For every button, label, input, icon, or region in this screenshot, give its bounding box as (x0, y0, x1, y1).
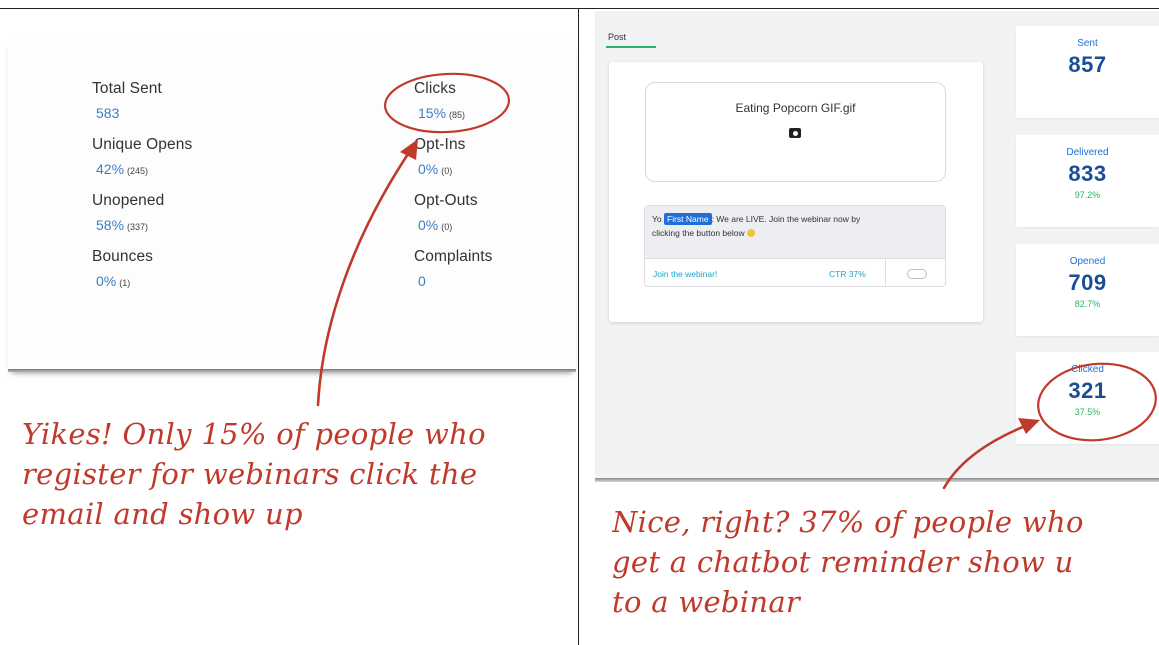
annotation-overlay (316, 72, 1157, 490)
left-arrow-line (316, 146, 414, 407)
right-arrow-head (1018, 418, 1040, 434)
clicked-highlight-circle (1037, 362, 1157, 442)
clicks-highlight-circle (383, 72, 511, 134)
right-arrow-line (942, 422, 1032, 490)
left-arrow-head (400, 139, 418, 160)
